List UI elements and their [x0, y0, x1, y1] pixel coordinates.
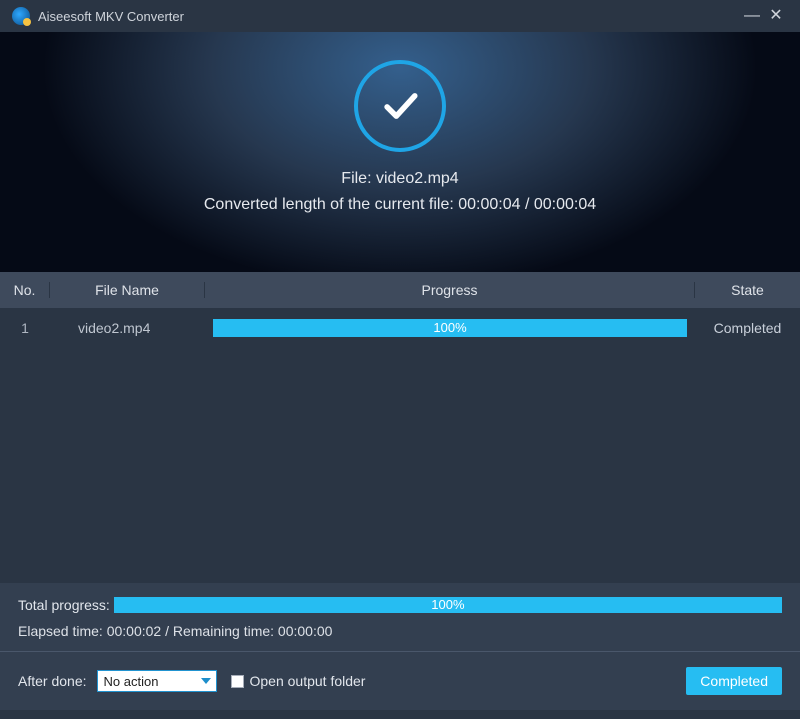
cell-no: 1	[0, 320, 50, 336]
completed-button-label: Completed	[700, 673, 768, 689]
header-progress: Progress	[205, 282, 695, 298]
status-hero: File: video2.mp4 Converted length of the…	[0, 32, 800, 272]
footer-controls: After done: No action Open output folder…	[0, 652, 800, 710]
cell-progress: 100%	[205, 319, 695, 337]
cell-file-name: video2.mp4	[50, 320, 205, 336]
list-empty-area	[0, 348, 800, 583]
after-done-select[interactable]: No action	[97, 670, 217, 692]
current-file-label: File: video2.mp4	[341, 170, 458, 188]
open-output-folder-label: Open output folder	[250, 673, 366, 689]
footer: Total progress: 100% Elapsed time: 00:00…	[0, 583, 800, 710]
header-no: No.	[0, 282, 50, 298]
times-text: Elapsed time: 00:00:02 / Remaining time:…	[18, 623, 782, 639]
titlebar: Aiseesoft MKV Converter — ✕	[0, 0, 800, 32]
success-check-icon	[354, 60, 446, 152]
header-state: State	[695, 282, 800, 298]
window-title: Aiseesoft MKV Converter	[38, 9, 184, 24]
minimize-button[interactable]: —	[740, 0, 764, 32]
close-button[interactable]: ✕	[764, 0, 788, 32]
dropdown-arrow-icon	[196, 671, 216, 691]
app-logo-icon	[12, 7, 30, 25]
current-file-progress-text: Converted length of the current file: 00…	[204, 196, 596, 214]
after-done-label: After done:	[18, 673, 87, 689]
after-done-value: No action	[104, 674, 159, 689]
header-file-name: File Name	[50, 282, 205, 298]
completed-button[interactable]: Completed	[686, 667, 782, 695]
file-list: No. File Name Progress State 1 video2.mp…	[0, 272, 800, 583]
cell-state: Completed	[695, 320, 800, 336]
total-progress-text: 100%	[114, 597, 782, 613]
footer-summary: Total progress: 100% Elapsed time: 00:00…	[0, 583, 800, 652]
total-progress-bar: 100%	[114, 597, 782, 613]
progress-bar: 100%	[213, 319, 687, 337]
open-output-folder-checkbox[interactable]	[231, 675, 244, 688]
progress-bar-text: 100%	[213, 319, 687, 337]
total-progress-label: Total progress:	[18, 597, 110, 613]
table-row[interactable]: 1 video2.mp4 100% Completed	[0, 308, 800, 348]
table-header: No. File Name Progress State	[0, 272, 800, 308]
